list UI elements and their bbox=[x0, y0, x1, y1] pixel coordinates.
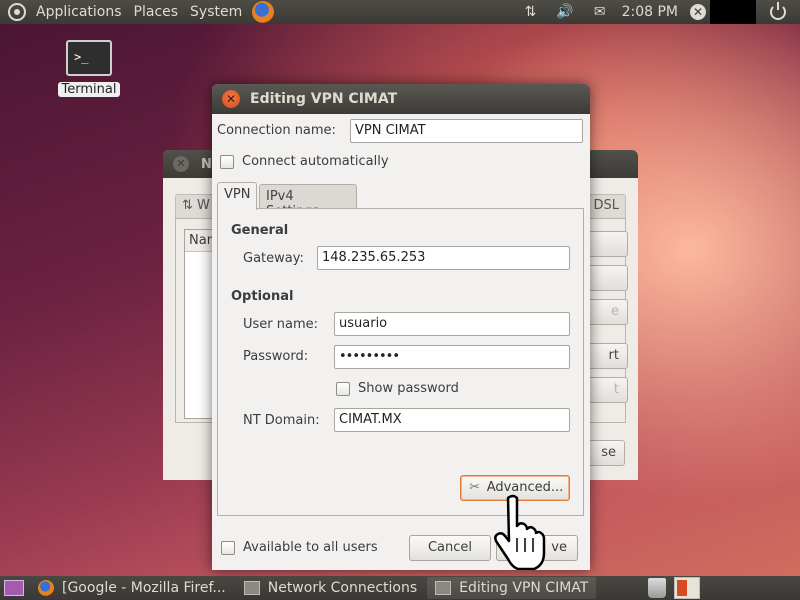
delete-button[interactable]: e bbox=[584, 299, 628, 325]
back-tab-dsl[interactable]: DSL bbox=[586, 194, 626, 218]
menu-places[interactable]: Places bbox=[128, 4, 185, 20]
show-password-row[interactable]: Show password bbox=[336, 381, 459, 396]
save-button[interactable]: ve bbox=[496, 535, 578, 561]
task-editing-label: Editing VPN CIMAT bbox=[459, 580, 589, 596]
network-arrows-icon[interactable]: ⇅ bbox=[525, 4, 537, 20]
vpn-tab-panel: General Gateway: 148.235.65.253 Optional… bbox=[217, 208, 584, 516]
connect-auto-checkbox[interactable] bbox=[220, 154, 234, 169]
ubuntu-logo-icon[interactable] bbox=[8, 3, 26, 21]
back-window-title: N bbox=[201, 156, 212, 172]
advanced-button[interactable]: ✂ Advanced... bbox=[460, 475, 570, 501]
gateway-input[interactable]: 148.235.65.253 bbox=[317, 246, 570, 270]
volume-icon[interactable]: 🔊 bbox=[556, 4, 573, 20]
back-tab-wired[interactable]: ⇅ W bbox=[175, 194, 217, 218]
power-icon[interactable] bbox=[770, 2, 786, 20]
show-password-checkbox[interactable] bbox=[336, 381, 350, 396]
back-close-icon[interactable]: ✕ bbox=[173, 156, 189, 172]
back-tab-label: W bbox=[197, 198, 210, 213]
connect-auto-row[interactable]: Connect automatically bbox=[220, 154, 389, 169]
top-panel: Applications Places System ⇅ 🔊 ✉ 2:08 PM… bbox=[0, 0, 800, 24]
desktop-terminal-icon[interactable]: >_ Terminal bbox=[56, 40, 122, 97]
back-tab-dsl-label: DSL bbox=[593, 198, 619, 213]
firefox-launcher-icon[interactable] bbox=[252, 1, 275, 23]
add-button[interactable] bbox=[584, 231, 628, 257]
wrench-icon: ✂ bbox=[469, 480, 481, 495]
show-password-label: Show password bbox=[358, 381, 459, 396]
connection-name-input[interactable]: VPN CIMAT bbox=[350, 119, 583, 143]
dialog-title: Editing VPN CIMAT bbox=[250, 91, 398, 107]
task-editing-vpn[interactable]: Editing VPN CIMAT bbox=[427, 577, 597, 599]
connection-name-label: Connection name: bbox=[217, 123, 336, 138]
show-desktop-icon[interactable] bbox=[4, 580, 24, 596]
available-all-row[interactable]: Available to all users bbox=[221, 540, 378, 555]
redacted-user-box bbox=[710, 0, 756, 24]
nt-domain-label: NT Domain: bbox=[243, 413, 320, 428]
import-button[interactable]: rt bbox=[584, 343, 628, 369]
tab-vpn[interactable]: VPN bbox=[217, 182, 257, 210]
available-all-checkbox[interactable] bbox=[221, 540, 235, 555]
task-network-connections[interactable]: Network Connections bbox=[236, 577, 425, 599]
close-icon[interactable]: ✕ bbox=[222, 90, 240, 108]
general-heading: General bbox=[231, 223, 289, 238]
connect-auto-label: Connect automatically bbox=[242, 154, 389, 169]
x-circle-icon[interactable]: ✕ bbox=[690, 4, 706, 20]
terminal-label: Terminal bbox=[57, 82, 121, 97]
wired-icon: ⇅ bbox=[182, 198, 193, 213]
network-icon bbox=[243, 581, 260, 595]
username-input[interactable]: usuario bbox=[334, 312, 570, 336]
password-input[interactable]: ••••••••• bbox=[334, 345, 570, 369]
system-tray: ⇅ 🔊 ✉ 2:08 PM ✕ bbox=[515, 0, 800, 24]
trash-icon[interactable] bbox=[648, 578, 667, 598]
mail-icon[interactable]: ✉ bbox=[594, 4, 606, 20]
workspace-switcher-icon[interactable] bbox=[674, 577, 701, 599]
username-label: User name: bbox=[243, 317, 319, 332]
task-firefox[interactable]: [Google - Mozilla Firef... bbox=[30, 577, 234, 599]
terminal-icon: >_ bbox=[66, 40, 112, 76]
menu-applications[interactable]: Applications bbox=[30, 4, 128, 20]
available-all-label: Available to all users bbox=[243, 540, 378, 555]
firefox-icon bbox=[38, 580, 54, 596]
cancel-button[interactable]: Cancel bbox=[409, 535, 491, 561]
tab-ipv4-settings[interactable]: IPv4 Settings bbox=[259, 184, 357, 219]
password-label: Password: bbox=[243, 349, 309, 364]
task-firefox-label: [Google - Mozilla Firef... bbox=[62, 580, 226, 596]
task-network-label: Network Connections bbox=[267, 580, 418, 596]
optional-heading: Optional bbox=[231, 289, 294, 304]
clock[interactable]: 2:08 PM bbox=[622, 4, 678, 20]
export-button[interactable]: t bbox=[584, 377, 628, 403]
editing-vpn-dialog: ✕ Editing VPN CIMAT Connection name: VPN… bbox=[212, 84, 590, 570]
dialog-titlebar: ✕ Editing VPN CIMAT bbox=[212, 84, 590, 114]
bottom-panel: [Google - Mozilla Firef... Network Conne… bbox=[0, 576, 800, 600]
network-icon bbox=[435, 581, 452, 595]
menu-system[interactable]: System bbox=[184, 4, 248, 20]
advanced-label: Advanced... bbox=[486, 480, 564, 495]
gateway-label: Gateway: bbox=[243, 251, 304, 266]
edit-button[interactable] bbox=[584, 265, 628, 291]
nt-domain-input[interactable]: CIMAT.MX bbox=[334, 408, 570, 432]
